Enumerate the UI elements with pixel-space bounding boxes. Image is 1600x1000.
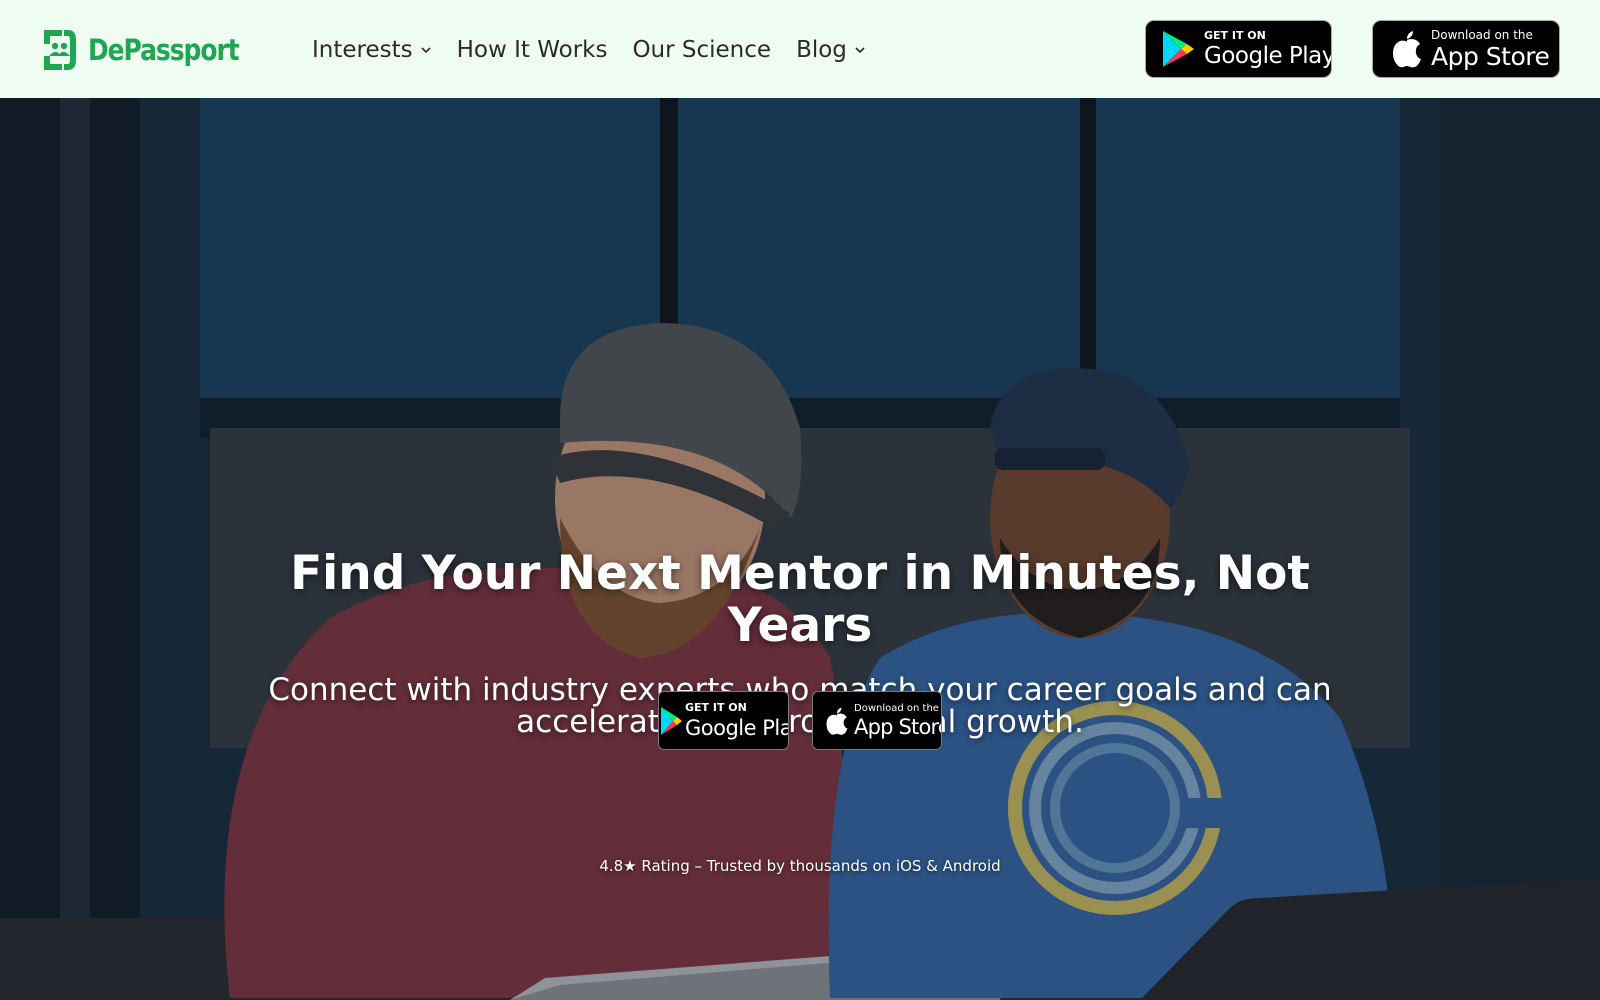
badge-big-text: App Store [854, 714, 942, 739]
brand-name: DePassport [88, 33, 240, 67]
hero-subtitle: Connect with industry experts who match … [268, 672, 1332, 740]
badge-small-text: GET IT ON [1204, 29, 1266, 42]
nav-item-label: Blog [796, 37, 847, 63]
hero-title: Find Your Next Mentor in Minutes, Not Ye… [290, 546, 1310, 653]
rating-text: 4.8★ Rating – Trusted by thousands on iO… [599, 857, 1001, 875]
nav-item-label: How It Works [456, 37, 608, 63]
badge-small-text: GET IT ON [685, 701, 747, 714]
nav-item-label: Interests [312, 37, 413, 63]
nav-item-label: Our Science [632, 37, 772, 63]
logo-link[interactable]: DePassport [40, 26, 263, 74]
nav-item-blog[interactable]: Blog [796, 37, 866, 63]
chevron-down-icon [855, 47, 865, 54]
main-nav: Interests How It Works Our Science Blog [312, 30, 891, 70]
badge-big-text: App Store [1431, 42, 1550, 71]
app-store-badge[interactable]: Download on the App Store [1372, 20, 1560, 78]
google-play-badge[interactable]: GET IT ON Google Play [1145, 20, 1332, 78]
hero-app-store-badge[interactable]: Download on the App Store [812, 691, 942, 750]
apple-icon [826, 707, 848, 735]
hero-section: Find Your Next Mentor in Minutes, Not Ye… [0, 98, 1600, 1000]
apple-icon [1393, 31, 1421, 68]
badge-big-text: Google Play [1204, 43, 1332, 69]
google-play-icon [1163, 31, 1194, 67]
google-play-icon [661, 706, 682, 735]
site-header: DePassport Interests How It Works Our Sc… [0, 0, 1600, 98]
hero-google-play-badge[interactable]: GET IT ON Google Play [658, 691, 789, 750]
badge-small-text: Download on the [854, 702, 939, 714]
badge-small-text: Download on the [1431, 28, 1533, 42]
badge-big-text: Google Play [685, 716, 788, 740]
chevron-down-icon [421, 47, 431, 54]
nav-item-our-science[interactable]: Our Science [632, 37, 771, 63]
nav-item-how-it-works[interactable]: How It Works [457, 37, 608, 63]
nav-item-interests[interactable]: Interests [312, 37, 432, 63]
depassport-logo-icon [44, 30, 76, 70]
